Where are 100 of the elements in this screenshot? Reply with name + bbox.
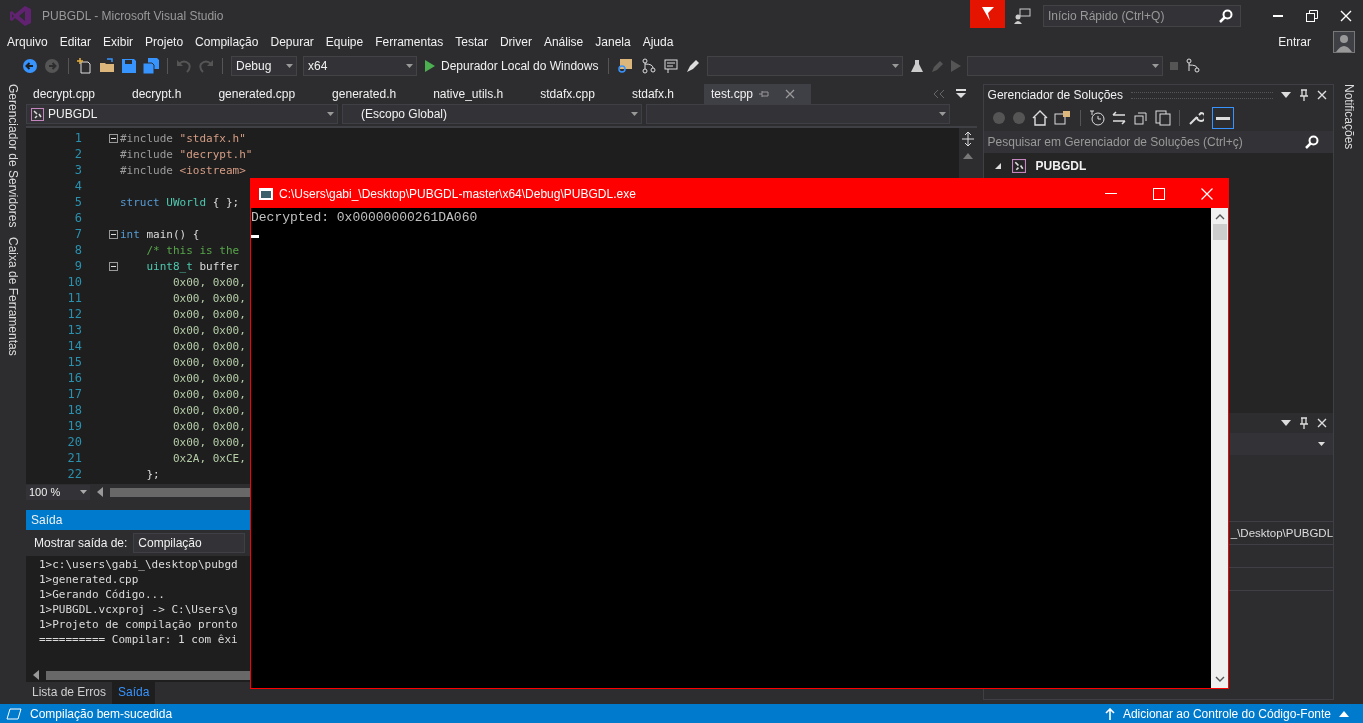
output-line: 1>PUBGDL.vcxproj -> C:\Users\g xyxy=(38,603,239,618)
line-number: 10 xyxy=(66,275,82,289)
menu-item[interactable]: Exibir xyxy=(97,35,140,49)
line-number: 21 xyxy=(66,451,82,465)
code-line: 0x00, 0x00, xyxy=(171,419,246,433)
back-icon[interactable] xyxy=(22,58,38,74)
menu-item[interactable]: Ferramentas xyxy=(369,35,450,49)
sync-icon[interactable] xyxy=(1110,110,1127,126)
start-debugging-button[interactable]: Depurador Local do Windows xyxy=(423,59,601,73)
status-message: Compilação bem-sucedida xyxy=(30,706,173,721)
collapse-icon[interactable] xyxy=(108,261,118,271)
code-line: 0x00, 0x00, xyxy=(171,339,246,353)
menu-item[interactable]: Testar xyxy=(449,35,494,49)
panel-tab[interactable]: Saída xyxy=(112,682,156,704)
menu-item[interactable]: Driver xyxy=(493,35,538,49)
output-source-dropdown[interactable]: Compilação xyxy=(133,533,246,553)
search-field[interactable]: Pesquisar em Gerenciador de Soluções (Ctrl+ç) xyxy=(983,131,1334,153)
project-dropdown[interactable]: PUBGDL xyxy=(25,104,338,124)
horizontal-scrollbar[interactable] xyxy=(109,487,250,497)
branch-icon[interactable] xyxy=(641,58,658,74)
feedback-icon[interactable] xyxy=(1013,7,1031,25)
tab-list-icon[interactable] xyxy=(954,88,967,100)
side-tab[interactable]: Caixa de Ferramentas xyxy=(6,237,20,357)
search-icon xyxy=(1305,135,1320,149)
file-tab[interactable]: decrypt.cpp xyxy=(25,84,125,104)
line-number: 22 xyxy=(66,467,82,481)
side-tab[interactable]: Notificações xyxy=(1341,84,1356,150)
file-tab[interactable]: generated.cpp xyxy=(211,84,326,104)
scrollbar-thumb[interactable] xyxy=(1212,224,1227,240)
new-item-icon[interactable] xyxy=(77,58,93,74)
line-number: 1 xyxy=(73,131,82,145)
scope-dropdown[interactable]: (Escopo Global) xyxy=(341,104,642,124)
line-number: 15 xyxy=(66,355,82,369)
menu-item[interactable]: Ajuda xyxy=(636,35,680,49)
menu-item[interactable]: Depurar xyxy=(264,35,320,49)
comment-icon[interactable] xyxy=(663,58,680,74)
dropdown-icon[interactable] xyxy=(1281,420,1292,426)
split-icon[interactable] xyxy=(961,132,974,146)
file-tab[interactable]: decrypt.h xyxy=(125,84,212,104)
title-grip[interactable] xyxy=(1131,91,1274,99)
side-tab[interactable]: Gerenciador de Servidores xyxy=(6,84,20,228)
file-tab[interactable]: stdafx.h xyxy=(624,84,704,104)
horizontal-scrollbar[interactable] xyxy=(45,670,250,680)
file-tab[interactable]: stdafx.cpp xyxy=(533,84,625,104)
scroll-left-icon[interactable] xyxy=(31,670,40,680)
clock-icon[interactable] xyxy=(1088,110,1105,126)
dropdown-icon[interactable] xyxy=(1281,92,1292,98)
code-line: 0x00, 0x00, xyxy=(171,403,246,417)
text-cursor xyxy=(251,235,259,238)
file-tab[interactable]: native_utils.h xyxy=(426,84,534,104)
zoom-dropdown[interactable]: 100 % xyxy=(25,484,90,500)
output-line: 1>Projeto de compilação pronto xyxy=(38,618,239,633)
menu-item[interactable]: Arquivo xyxy=(1,35,54,49)
scroll-down-icon[interactable] xyxy=(1214,676,1225,682)
preview-icon[interactable] xyxy=(1211,107,1234,129)
file-tab[interactable]: generated.h xyxy=(325,84,427,104)
flask-icon[interactable] xyxy=(909,58,926,74)
minimize-icon xyxy=(1273,15,1283,17)
collapse-icon[interactable] xyxy=(108,229,118,239)
caret-icon xyxy=(1318,442,1326,446)
source-control-link[interactable]: Adicionar ao Controle do Código-Fonte xyxy=(1122,706,1331,721)
sync-view-icon[interactable] xyxy=(1053,110,1072,126)
line-number: 4 xyxy=(73,179,82,193)
collapse-icon[interactable] xyxy=(108,133,118,143)
scroll-up-icon[interactable] xyxy=(1214,214,1225,220)
branch-icon[interactable] xyxy=(1185,58,1202,74)
home-icon[interactable] xyxy=(1031,110,1048,126)
copy-icon[interactable] xyxy=(1154,110,1171,126)
collapse-all-icon[interactable] xyxy=(1132,110,1149,126)
menu-item[interactable]: Análise xyxy=(537,35,590,49)
menu-item[interactable]: Projeto xyxy=(139,35,190,49)
window-title: PUBGDL - Microsoft Visual Studio xyxy=(42,9,224,23)
scroll-up-icon[interactable] xyxy=(962,152,973,160)
avatar-icon[interactable] xyxy=(1333,31,1355,53)
scroll-left-icon[interactable] xyxy=(95,487,104,497)
quick-launch-field[interactable]: Início Rápido (Ctrl+Q) xyxy=(1043,5,1241,27)
sign-in-link[interactable]: Entrar xyxy=(1272,35,1317,49)
panel-tab[interactable]: Lista de Erros xyxy=(25,682,112,704)
line-number: 9 xyxy=(73,259,82,273)
flag-button[interactable] xyxy=(970,0,1005,28)
save-icon[interactable] xyxy=(121,58,137,74)
platform-dropdown[interactable]: x64 xyxy=(303,56,417,76)
tree-item[interactable]: PUBGDL xyxy=(983,157,1334,175)
folder-icon[interactable] xyxy=(99,58,115,74)
project-icon xyxy=(1011,159,1026,173)
menu-item[interactable]: Equipe xyxy=(319,35,370,49)
menu-item[interactable]: Janela xyxy=(589,35,637,49)
caret-icon[interactable] xyxy=(1339,710,1349,717)
edit-icon[interactable] xyxy=(685,58,702,74)
expander-icon[interactable] xyxy=(993,162,1002,170)
caret-icon xyxy=(326,112,334,116)
upload-icon[interactable] xyxy=(1104,707,1115,720)
line-number: 5 xyxy=(73,195,82,209)
wrench-icon[interactable] xyxy=(1187,110,1204,126)
line-number: 8 xyxy=(73,243,82,257)
menu-item[interactable]: Editar xyxy=(53,35,98,49)
scroll-tabs-icon[interactable] xyxy=(932,89,945,99)
save-all-icon[interactable] xyxy=(143,58,159,74)
menu-item[interactable]: Compilação xyxy=(189,35,265,49)
configuration-dropdown[interactable]: Debug xyxy=(231,56,297,76)
